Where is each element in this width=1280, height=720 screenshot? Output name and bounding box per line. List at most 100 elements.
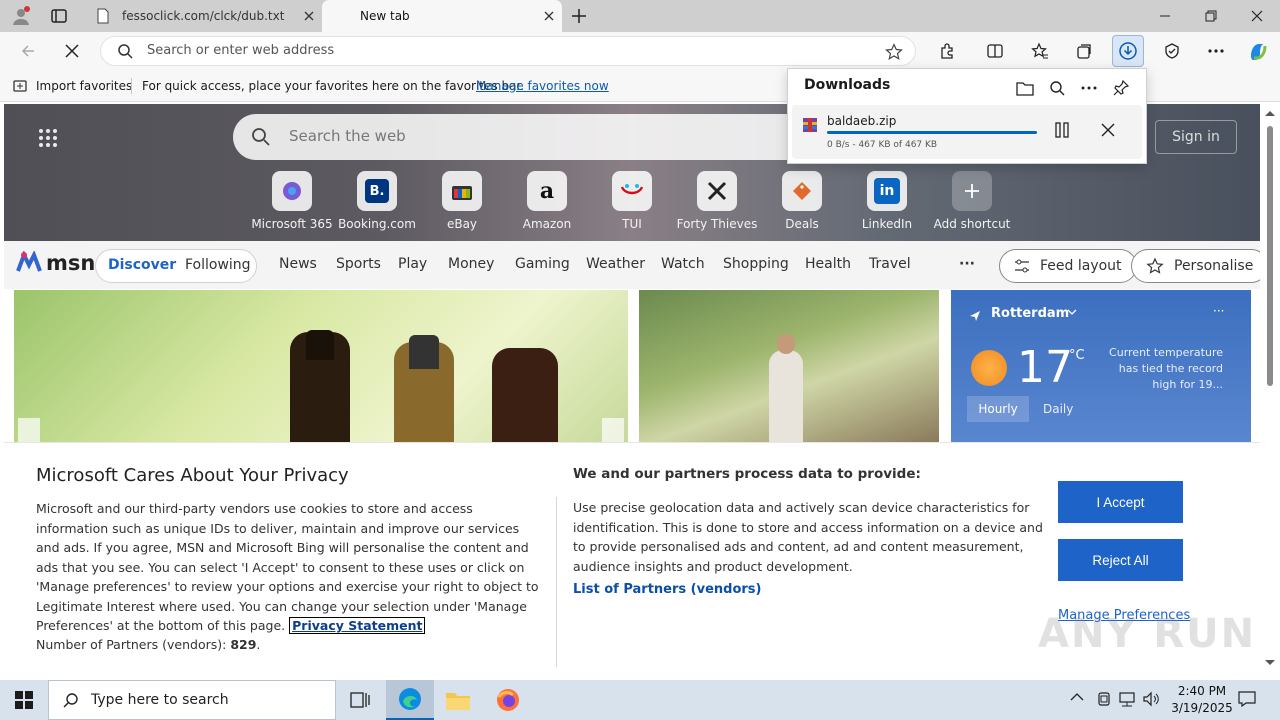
shortcut-deals[interactable]: Deals (760, 171, 844, 231)
browser-essentials-icon[interactable] (1156, 35, 1188, 67)
collections-icon[interactable] (1068, 35, 1100, 67)
nav-news[interactable]: News (279, 256, 317, 272)
minimize-icon[interactable] (1142, 0, 1188, 32)
task-view-icon[interactable] (336, 680, 384, 720)
feed-card-hero[interactable] (14, 290, 628, 442)
shortcut-booking[interactable]: B. Booking.com (335, 171, 419, 231)
nav-more[interactable]: ··· (959, 256, 975, 272)
tab-hourly[interactable]: Hourly (967, 396, 1029, 422)
tab-fessoclick[interactable]: fessoclick.com/clck/dub.txt (84, 0, 322, 32)
back-icon[interactable] (12, 35, 44, 67)
tab-discover[interactable]: Discover (108, 257, 176, 273)
shortcut-add[interactable]: Add shortcut (930, 171, 1014, 231)
page-scrollbar[interactable] (1260, 104, 1280, 677)
device-icon[interactable] (1096, 691, 1112, 707)
weather-city[interactable]: Rotterdam (991, 306, 1069, 321)
firefox-icon[interactable] (484, 680, 532, 720)
edge-taskbar-icon[interactable] (386, 680, 434, 720)
tab-daily[interactable]: Daily (1043, 402, 1073, 416)
shortcut-tui[interactable]: TUI (590, 171, 674, 231)
import-favorites-button[interactable]: Import favorites (12, 78, 132, 94)
nav-watch[interactable]: Watch (661, 256, 705, 272)
download-item[interactable]: baldaeb.zip 0 B/s - 467 KB of 467 KB (792, 105, 1142, 159)
nav-play[interactable]: Play (398, 256, 427, 272)
person-image (769, 350, 803, 442)
favorite-star-icon[interactable] (885, 43, 903, 61)
windows-start-icon[interactable] (0, 680, 48, 720)
web-search-input[interactable] (289, 127, 789, 145)
web-search-box[interactable] (233, 114, 833, 160)
chevron-down-icon[interactable] (1067, 308, 1077, 316)
search-icon[interactable] (1044, 75, 1070, 101)
scrollbar-thumb[interactable] (1267, 126, 1273, 386)
tab-actions-icon[interactable] (50, 7, 68, 25)
download-meta: 0 B/s - 467 KB of 467 KB (827, 140, 938, 150)
address-input[interactable] (147, 43, 847, 58)
chevron-up-icon[interactable] (1070, 692, 1084, 702)
open-folder-icon[interactable] (1012, 75, 1038, 101)
volume-icon[interactable] (1142, 691, 1160, 707)
profile-icon[interactable] (10, 5, 32, 27)
shortcut-linkedin[interactable]: in LinkedIn (845, 171, 929, 231)
list-of-partners-link[interactable]: List of Partners (vendors) (573, 582, 761, 597)
sign-in-button[interactable]: Sign in (1155, 120, 1237, 154)
shortcut-label: Microsoft 365 (251, 217, 333, 231)
restore-icon[interactable] (1188, 0, 1234, 32)
more-menu-icon[interactable] (1200, 35, 1232, 67)
shortcut-amazon[interactable]: a Amazon (505, 171, 589, 231)
deals-icon (782, 171, 822, 211)
favorites-icon[interactable] (1024, 35, 1056, 67)
copilot-icon[interactable] (1242, 35, 1274, 67)
address-bar[interactable] (100, 36, 916, 66)
taskbar-search[interactable]: Type here to search (48, 680, 336, 720)
weather-note[interactable]: Current temperature has tied the record … (1101, 345, 1223, 393)
bottle-cap (409, 335, 439, 369)
accept-button[interactable]: I Accept (1058, 481, 1183, 523)
nav-money[interactable]: Money (448, 256, 494, 272)
download-filename[interactable]: baldaeb.zip (827, 114, 896, 128)
pin-icon[interactable] (1108, 75, 1134, 101)
shortcut-forty-thieves[interactable]: Forty Thieves (675, 171, 759, 231)
system-clock[interactable]: 2:40 PM 3/19/2025 (1166, 683, 1238, 717)
scroll-down-icon[interactable] (1265, 660, 1275, 666)
feed-card-news[interactable] (639, 290, 939, 442)
manage-favorites-link[interactable]: Manage favorites now (476, 79, 609, 93)
notifications-icon[interactable] (1238, 691, 1256, 707)
close-tab-icon[interactable] (296, 3, 322, 29)
feed-layout-button[interactable]: Feed layout (999, 249, 1137, 283)
tab-new-tab[interactable]: New tab (322, 0, 562, 32)
carousel-prev-icon[interactable] (18, 418, 40, 442)
new-tab-icon[interactable] (570, 7, 588, 25)
file-explorer-icon[interactable] (434, 680, 482, 720)
personalise-button[interactable]: Personalise (1131, 249, 1260, 283)
privacy-statement-link[interactable]: Privacy Statement (289, 617, 426, 634)
privacy-body-text: Microsoft and our third-party vendors us… (36, 501, 539, 633)
more-options-icon[interactable]: ··· (1213, 304, 1224, 318)
downloads-icon[interactable] (1112, 35, 1144, 67)
scroll-up-icon[interactable] (1265, 110, 1275, 116)
close-window-icon[interactable] (1234, 0, 1280, 32)
nav-weather[interactable]: Weather (586, 256, 645, 272)
nav-sports[interactable]: Sports (336, 256, 381, 272)
nav-travel[interactable]: Travel (869, 256, 911, 272)
app-launcher-icon[interactable] (38, 128, 58, 148)
privacy-title: Microsoft Cares About Your Privacy (36, 465, 349, 486)
tab-following[interactable]: Following (185, 257, 251, 273)
network-icon[interactable] (1118, 691, 1136, 707)
nav-health[interactable]: Health (805, 256, 851, 272)
reject-all-button[interactable]: Reject All (1058, 539, 1183, 581)
shortcut-ebay[interactable]: eBay (420, 171, 504, 231)
shortcut-microsoft-365[interactable]: Microsoft 365 (250, 171, 334, 231)
close-tab-icon[interactable] (536, 3, 562, 29)
weather-card[interactable]: Rotterdam ··· 17 °C Current temperature … (951, 290, 1251, 442)
msn-logo[interactable]: msn (16, 251, 95, 275)
carousel-next-icon[interactable] (602, 418, 624, 442)
pause-icon[interactable] (1054, 122, 1070, 138)
nav-shopping[interactable]: Shopping (723, 256, 789, 272)
split-screen-icon[interactable] (979, 35, 1011, 67)
more-options-icon[interactable] (1076, 75, 1102, 101)
nav-gaming[interactable]: Gaming (515, 256, 570, 272)
stop-loading-icon[interactable] (56, 35, 88, 67)
cancel-download-icon[interactable] (1101, 123, 1115, 137)
extensions-icon[interactable] (931, 35, 963, 67)
